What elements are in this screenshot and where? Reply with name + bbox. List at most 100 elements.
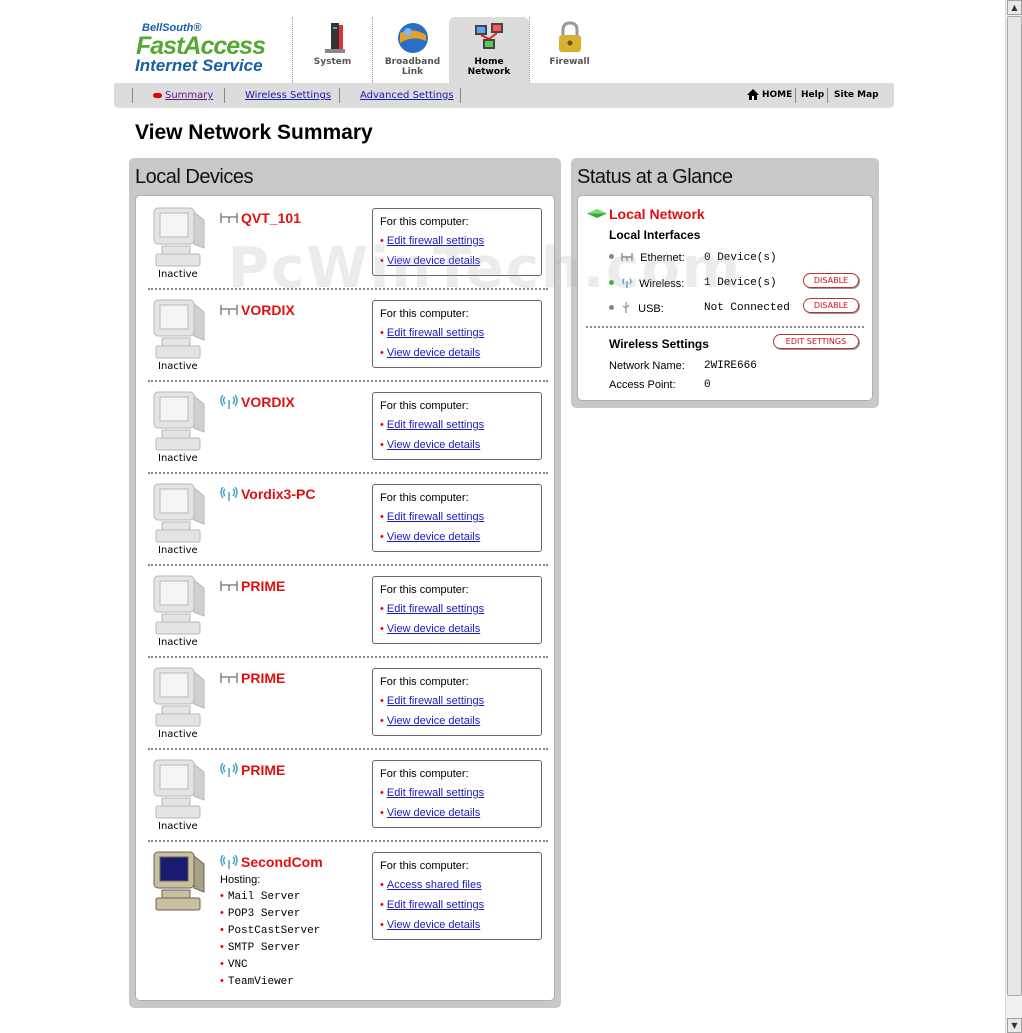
device-actions-box: For this computer: • Edit firewall setting… <box>372 668 542 736</box>
usb-icon <box>622 302 630 313</box>
tab-firewall-label: Firewall <box>549 57 590 67</box>
device-actions-box: For this computer: • Edit firewall setting… <box>372 576 542 644</box>
device-row: Inactive PRIME For this computer: • Edit fir… <box>148 658 548 750</box>
nav-site-map-link[interactable]: Site Map <box>834 90 879 100</box>
status-glance-title: Status at a Glance <box>577 166 733 188</box>
wired-icon <box>220 213 238 223</box>
view-device-details-link[interactable]: • View device details <box>380 623 480 635</box>
view-device-details-link[interactable]: • View device details <box>380 807 480 819</box>
computer-icon <box>153 299 205 359</box>
home-icon[interactable] <box>746 88 760 101</box>
device-status: Inactive <box>158 453 198 464</box>
edit-firewall-settings-link[interactable]: • Edit firewall settings <box>380 695 484 707</box>
edit-firewall-settings-link[interactable]: • Edit firewall settings <box>380 327 484 339</box>
page-title: View Network Summary <box>135 121 373 144</box>
device-name[interactable]: Vordix3-PC <box>220 486 315 502</box>
home-network-icon <box>475 23 503 49</box>
device-row: Inactive VORDIX For this computer: • Edit fi… <box>148 290 548 382</box>
network-name-label: Network Name: <box>609 360 685 372</box>
tab-system[interactable]: System <box>292 17 372 83</box>
tab-firewall[interactable]: Firewall <box>529 17 609 83</box>
divider <box>795 88 796 103</box>
edit-firewall-settings-link[interactable]: • Edit firewall settings <box>380 419 484 431</box>
device-actions-box: For this computer: • Edit firewall setting… <box>372 484 542 552</box>
tab-home-network[interactable]: Home Network <box>449 17 529 83</box>
view-device-details-link[interactable]: • View device details <box>380 439 480 451</box>
current-page-marker <box>153 93 162 98</box>
divider <box>224 88 225 103</box>
device-name[interactable]: PRIME <box>220 578 285 594</box>
device-name[interactable]: VORDIX <box>220 302 295 318</box>
wired-icon <box>220 581 238 591</box>
device-name[interactable]: SecondCom <box>220 854 323 870</box>
view-device-details-link[interactable]: • View device details <box>380 531 480 543</box>
view-device-details-link[interactable]: • View device details <box>380 919 480 931</box>
diamond-icon <box>587 209 607 218</box>
wired-icon <box>220 305 238 315</box>
wireless-disable-button[interactable]: DISABLE <box>803 273 859 288</box>
bullet-dot <box>609 305 614 310</box>
device-name[interactable]: QVT_101 <box>220 210 301 226</box>
nav-home-link[interactable]: HOME <box>762 90 792 100</box>
computer-icon <box>153 759 205 819</box>
nav-help-link[interactable]: Help <box>801 90 824 100</box>
vertical-scrollbar[interactable]: ▲ ▼ <box>1005 0 1022 1033</box>
divider <box>586 326 864 328</box>
sub-navigation: Summary Wireless Settings Advanced Setti… <box>114 83 894 108</box>
hosting-item: • SMTP Server <box>220 941 301 954</box>
for-this-computer-label: For this computer: <box>380 676 469 688</box>
device-row: Inactive PRIME For this computer: • Edit fir… <box>148 750 548 842</box>
computer-icon <box>153 667 205 727</box>
divider <box>339 88 340 103</box>
watermark: PcWinTech.com <box>228 236 743 301</box>
edit-firewall-settings-link[interactable]: • Edit firewall settings <box>380 899 484 911</box>
for-this-computer-label: For this computer: <box>380 216 469 228</box>
device-name[interactable]: PRIME <box>220 670 285 686</box>
usb-value: Not Connected <box>704 302 790 314</box>
tab-broadband-link[interactable]: Broadband Link <box>372 17 452 83</box>
device-status: Inactive <box>158 637 198 648</box>
hosting-item: • TeamViewer <box>220 975 294 988</box>
wireless-settings-heading: Wireless Settings <box>609 337 709 351</box>
device-status: Inactive <box>158 729 198 740</box>
device-status: Inactive <box>158 545 198 556</box>
tab-home-network-label: Home Network <box>467 57 511 77</box>
device-name[interactable]: PRIME <box>220 762 285 778</box>
hosting-label: Hosting: <box>220 874 261 886</box>
scroll-thumb[interactable] <box>1007 16 1022 996</box>
hosting-item: • Mail Server <box>220 890 301 903</box>
nav-wireless-settings-link[interactable]: Wireless Settings <box>245 90 331 101</box>
edit-firewall-settings-link[interactable]: • Edit firewall settings <box>380 603 484 615</box>
local-devices-title: Local Devices <box>135 166 254 188</box>
device-status: Inactive <box>158 821 198 832</box>
computer-icon <box>153 575 205 635</box>
hosting-item: • PostCastServer <box>220 924 321 937</box>
nav-summary-link[interactable]: Summary <box>165 90 213 101</box>
edit-settings-button[interactable]: EDIT SETTINGS <box>773 334 859 349</box>
view-device-details-link[interactable]: • View device details <box>380 715 480 727</box>
for-this-computer-label: For this computer: <box>380 768 469 780</box>
edit-firewall-settings-link[interactable]: • Edit firewall settings <box>380 787 484 799</box>
tab-system-label: System <box>313 57 352 67</box>
scroll-up-arrow-icon[interactable]: ▲ <box>1007 0 1022 15</box>
edit-firewall-settings-link[interactable]: • Edit firewall settings <box>380 511 484 523</box>
scroll-down-arrow-icon[interactable]: ▼ <box>1007 1018 1022 1033</box>
computer-icon <box>153 391 205 451</box>
for-this-computer-label: For this computer: <box>380 584 469 596</box>
view-device-details-link[interactable]: • View device details <box>380 347 480 359</box>
wireless-icon <box>220 763 238 777</box>
device-name[interactable]: VORDIX <box>220 394 295 410</box>
for-this-computer-label: For this computer: <box>380 492 469 504</box>
hosting-item: • VNC <box>220 958 248 971</box>
device-row: Inactive VORDIX For this computer: • Edit fi… <box>148 382 548 474</box>
local-devices-list: Inactive QVT_101 For this computer: • Edit f… <box>135 195 555 1001</box>
padlock-icon <box>559 21 581 52</box>
computer-icon <box>153 207 205 267</box>
hosting-list: • Mail Server • POP3 Server • PostCastServer •… <box>220 890 320 992</box>
nav-advanced-settings-link[interactable]: Advanced Settings <box>360 90 454 101</box>
usb-disable-button[interactable]: DISABLE <box>803 298 859 313</box>
network-name-value: 2WIRE666 <box>704 360 757 372</box>
computer-icon <box>153 851 205 911</box>
device-status: Inactive <box>158 269 198 280</box>
access-shared-files-link[interactable]: • Access shared files <box>380 879 482 891</box>
